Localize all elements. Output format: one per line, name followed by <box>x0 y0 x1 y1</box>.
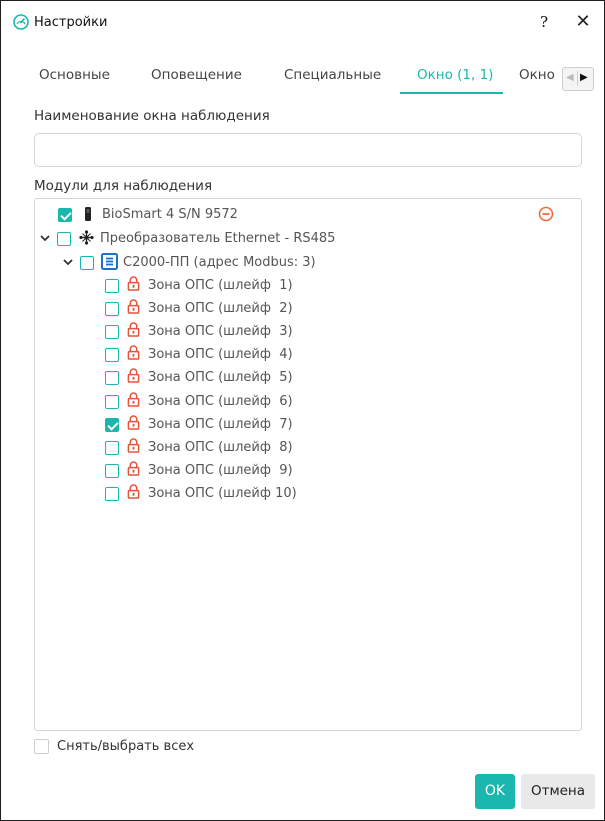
window-name-label: Наименование окна наблюдения <box>34 108 270 124</box>
tree-row-controller[interactable]: С2000-ПП (адрес Modbus: 3) <box>35 253 581 276</box>
tree-label-zone: Зона ОПС (шлейф 8) <box>148 440 293 455</box>
scroll-divider <box>577 71 578 86</box>
checkbox-zone[interactable] <box>105 325 119 339</box>
tree-label-zone: Зона ОПС (шлейф 7) <box>148 417 293 432</box>
checkbox-zone[interactable] <box>105 418 119 432</box>
remove-circle-icon[interactable] <box>538 206 554 222</box>
tree-row-zone[interactable]: Зона ОПС (шлейф 2) <box>35 299 581 322</box>
lock-icon <box>127 415 140 430</box>
tree-row-zone[interactable]: Зона ОПС (шлейф 7) <box>35 415 581 438</box>
tab-scroll-buttons: ◀ ▶ <box>562 67 594 91</box>
tree-label-zone: Зона ОПС (шлейф 4) <box>148 347 293 362</box>
lock-icon <box>127 368 140 383</box>
biometric-device-icon <box>85 207 91 221</box>
tree-row-zone[interactable]: Зона ОПС (шлейф 9) <box>35 461 581 484</box>
tree-label-zone: Зона ОПС (шлейф 3) <box>148 324 293 339</box>
tab-window-next[interactable]: Окно <box>519 67 555 83</box>
network-converter-icon <box>79 230 94 245</box>
controller-module-icon <box>101 253 118 270</box>
modules-tree: BioSmart 4 S/N 9572 Преобразователь Ethe… <box>34 198 582 731</box>
tree-row-converter[interactable]: Преобразователь Ethernet - RS485 <box>35 230 581 252</box>
tree-row-zone[interactable]: Зона ОПС (шлейф 1) <box>35 276 581 299</box>
tab-special[interactable]: Специальные <box>284 67 381 83</box>
tree-row-biosmart[interactable]: BioSmart 4 S/N 9572 <box>35 206 581 228</box>
tree-label-zone: Зона ОПС (шлейф 6) <box>148 394 293 409</box>
tree-row-zone[interactable]: Зона ОПС (шлейф 4) <box>35 345 581 368</box>
lock-icon <box>127 461 140 476</box>
tree-row-zone[interactable]: Зона ОПС (шлейф 6) <box>35 392 581 415</box>
checkbox-zone[interactable] <box>105 371 119 385</box>
lock-icon <box>127 299 140 314</box>
checkbox-zone[interactable] <box>105 464 119 478</box>
checkbox-zone[interactable] <box>105 395 119 409</box>
scroll-right-icon[interactable]: ▶ <box>580 71 588 85</box>
cancel-button[interactable]: Отмена <box>521 774 595 809</box>
dialog-title: Настройки <box>34 15 108 30</box>
checkbox-controller[interactable] <box>80 256 94 270</box>
checkbox-zone[interactable] <box>105 302 119 316</box>
checkbox-zone[interactable] <box>105 441 119 455</box>
tree-row-zone[interactable]: Зона ОПС (шлейф 3) <box>35 322 581 345</box>
checkbox-biosmart[interactable] <box>58 208 72 222</box>
lock-icon <box>127 276 140 291</box>
help-button[interactable]: ? <box>535 11 553 33</box>
window-name-input[interactable] <box>34 133 582 167</box>
checkbox-zone[interactable] <box>105 348 119 362</box>
lock-icon <box>127 322 140 337</box>
chevron-down-icon[interactable] <box>62 255 74 269</box>
tree-label-controller: С2000-ПП (адрес Modbus: 3) <box>123 255 316 270</box>
tree-label-zone: Зона ОПС (шлейф 10) <box>148 486 297 501</box>
checkbox-zone[interactable] <box>105 279 119 293</box>
checkbox-converter[interactable] <box>57 232 71 246</box>
ok-button[interactable]: OK <box>475 774 515 809</box>
checkbox-zone[interactable] <box>105 487 119 501</box>
tree-label-biosmart: BioSmart 4 S/N 9572 <box>102 207 238 222</box>
settings-dialog: Настройки ? ✕ Основные Оповещение Специа… <box>0 0 605 821</box>
close-button[interactable]: ✕ <box>573 11 593 33</box>
tab-general[interactable]: Основные <box>39 67 110 83</box>
tree-label-converter: Преобразователь Ethernet - RS485 <box>100 231 336 246</box>
tab-notification[interactable]: Оповещение <box>151 67 242 83</box>
lock-icon <box>127 345 140 360</box>
tree-label-zone: Зона ОПС (шлейф 5) <box>148 370 293 385</box>
tab-window-1-1[interactable]: Окно (1, 1) <box>417 67 493 83</box>
speedometer-icon <box>13 14 29 30</box>
tab-window-overflow-wrapper: Окно <box>519 67 561 87</box>
tree-row-zone[interactable]: Зона ОПС (шлейф 10) <box>35 484 581 507</box>
lock-icon <box>127 484 140 499</box>
tree-row-zone[interactable]: Зона ОПС (шлейф 5) <box>35 368 581 391</box>
tree-row-zone[interactable]: Зона ОПС (шлейф 8) <box>35 438 581 461</box>
scroll-left-icon[interactable]: ◀ <box>566 71 574 85</box>
tab-bar: Основные Оповещение Специальные Окно (1,… <box>1 57 604 97</box>
lock-icon <box>127 438 140 453</box>
select-all-checkbox[interactable] <box>34 739 49 754</box>
lock-icon <box>127 392 140 407</box>
select-all-label[interactable]: Снять/выбрать всех <box>57 739 194 754</box>
tree-label-zone: Зона ОПС (шлейф 1) <box>148 278 293 293</box>
title-bar: Настройки ? ✕ <box>1 1 604 43</box>
active-tab-indicator <box>400 92 503 94</box>
chevron-down-icon[interactable] <box>39 231 51 245</box>
modules-label: Модули для наблюдения <box>34 178 213 194</box>
tree-label-zone: Зона ОПС (шлейф 9) <box>148 463 293 478</box>
tree-label-zone: Зона ОПС (шлейф 2) <box>148 301 293 316</box>
